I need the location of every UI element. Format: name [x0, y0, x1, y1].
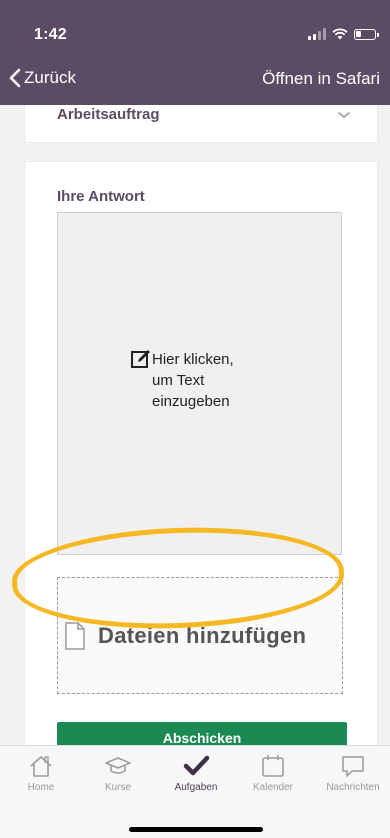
home-icon: [30, 756, 52, 777]
chat-icon: [342, 756, 364, 777]
submit-button[interactable]: Abschicken: [57, 722, 347, 745]
battery-icon: [354, 28, 379, 40]
tab-label-home: Home: [27, 782, 55, 793]
file-icon: [65, 622, 85, 650]
tab-label-aufgaben: Aufgaben: [174, 782, 218, 793]
editor-prompt-line-3: einzugeben: [152, 393, 230, 410]
signal-icon: [308, 28, 326, 40]
calendar-icon: [262, 755, 284, 777]
chevron-down-icon[interactable]: [337, 110, 351, 120]
wifi-icon: [332, 28, 348, 40]
tab-label-nachrichten: Nachrichten: [326, 782, 380, 793]
add-files-label: Dateien hinzufügen: [98, 623, 307, 648]
file-dropzone[interactable]: Dateien hinzufügen: [57, 577, 343, 694]
edit-icon: [131, 350, 150, 368]
answer-card: Ihre Antwort Hier klicken, um Text einzu…: [24, 161, 378, 745]
top-bar: 1:42 Zurück Öffnen in Safari: [0, 0, 390, 105]
main-content: Arbeitsauftrag Ihre Antwort Hier klicken…: [0, 105, 390, 745]
editor-prompt-line-2: um Text: [152, 372, 205, 389]
tab-kurse[interactable]: Kurse: [79, 752, 157, 793]
assignment-title: Arbeitsauftrag: [57, 106, 160, 123]
tab-label-kurse: Kurse: [104, 782, 132, 793]
text-editor[interactable]: Hier klicken, um Text einzugeben: [57, 212, 342, 555]
checkmark-icon: [183, 755, 210, 776]
status-time: 1:42: [34, 26, 67, 43]
chevron-left-icon: [9, 68, 21, 88]
tab-nachrichten[interactable]: Nachrichten: [314, 752, 390, 793]
back-label: Zurück: [24, 68, 76, 87]
open-in-safari-button[interactable]: Öffnen in Safari: [262, 69, 380, 89]
editor-prompt[interactable]: Hier klicken, um Text einzugeben: [130, 348, 290, 412]
answer-title: Ihre Antwort: [57, 188, 145, 205]
tab-aufgaben[interactable]: Aufgaben: [157, 752, 235, 793]
graduation-cap-icon: [105, 757, 131, 774]
back-button[interactable]: Zurück: [8, 68, 76, 88]
tab-bar: Home Kurse Aufgaben Kalender Nachrichten: [0, 745, 390, 838]
assignment-card[interactable]: Arbeitsauftrag: [24, 105, 378, 143]
tab-home[interactable]: Home: [2, 752, 80, 793]
editor-prompt-line-1: Hier klicken,: [152, 350, 234, 368]
home-indicator: [129, 827, 263, 832]
tab-kalender[interactable]: Kalender: [234, 752, 312, 793]
status-icons: [308, 26, 379, 42]
tab-label-kalender: Kalender: [252, 782, 294, 793]
